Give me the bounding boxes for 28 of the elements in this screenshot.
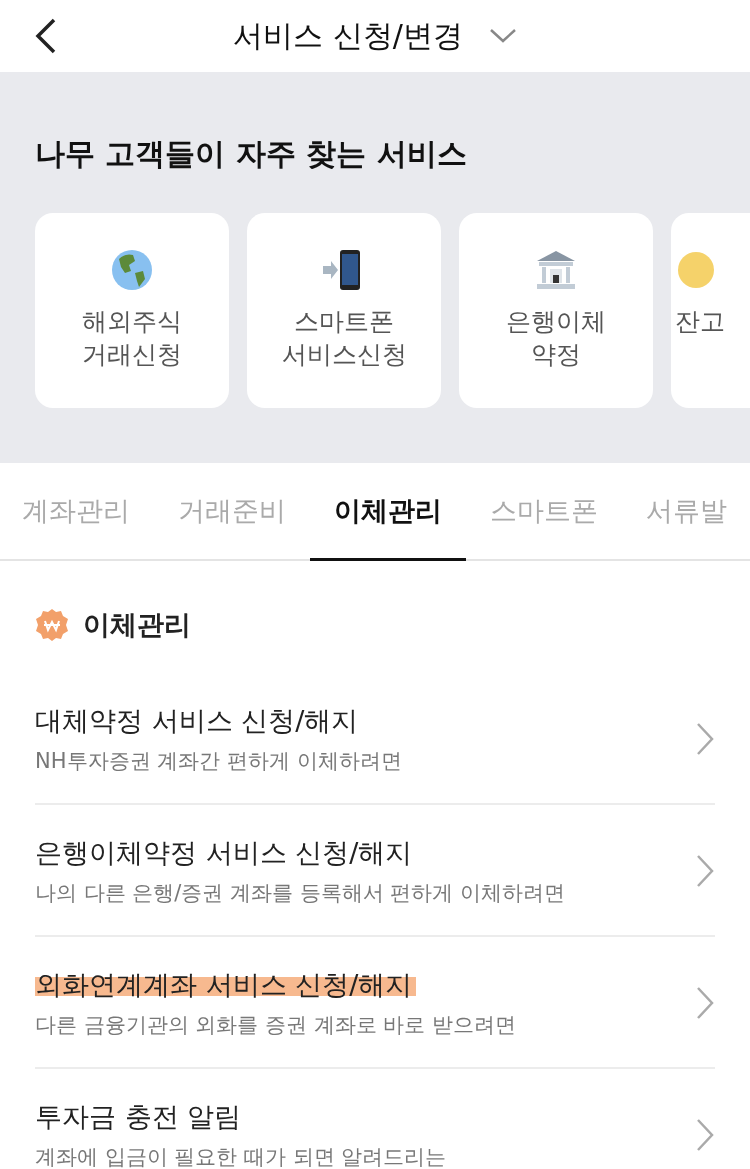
bank-building-icon [535,249,577,291]
category-tab[interactable]: 이체관리 [310,463,466,561]
service-card[interactable]: 잔고 [671,213,750,408]
chevron-down-icon[interactable] [488,28,517,44]
won-badge-icon [35,608,69,642]
service-card[interactable]: 해외주식 거래신청 [35,213,229,408]
chevron-right-icon [695,985,715,1021]
item-title: 투자금 충전 알림 [35,1101,243,1132]
chevron-right-icon [695,721,715,757]
chevron-right-icon [695,1117,715,1153]
section-title: 이체관리 [83,608,191,642]
item-description: 다른 금융기관의 외화를 증권 계좌로 바로 받으려면 [35,1012,517,1039]
page-title: 서비스 신청/변경 [233,16,463,55]
service-card[interactable]: 은행이체 약정 [459,213,653,408]
globe-icon [111,249,153,291]
item-description: NH투자증권 계좌간 편하게 이체하려면 [35,748,402,775]
item-title: 은행이체약정 서비스 신청/해지 [35,837,414,868]
service-list-item[interactable]: 은행이체약정 서비스 신청/해지 나의 다른 은행/증권 계좌를 등록해서 편하게 이체하려면 [35,805,715,937]
item-description: 나의 다른 은행/증권 계좌를 등록해서 편하게 이체하려면 [35,880,566,907]
coin-icon [675,249,717,291]
service-list-item[interactable]: 외화연계계좌 서비스 신청/해지 다른 금융기관의 외화를 증권 계좌로 바로 받으려면 [35,937,715,1069]
item-description: 계좌에 입금이 필요한 때가 되면 알려드리는 [35,1144,447,1169]
service-list-item[interactable]: 대체약정 서비스 신청/해지 NH투자증권 계좌간 편하게 이체하려면 [35,673,715,805]
service-card[interactable]: 스마트폰 서비스신청 [247,213,441,408]
section-heading: 나무 고객들이 자주 찾는 서비스 [35,135,468,173]
item-title: 대체약정 서비스 신청/해지 [35,705,360,736]
chevron-right-icon [695,853,715,889]
service-list-item[interactable]: 투자금 충전 알림 계좌에 입금이 필요한 때가 되면 알려드리는 [35,1069,715,1169]
